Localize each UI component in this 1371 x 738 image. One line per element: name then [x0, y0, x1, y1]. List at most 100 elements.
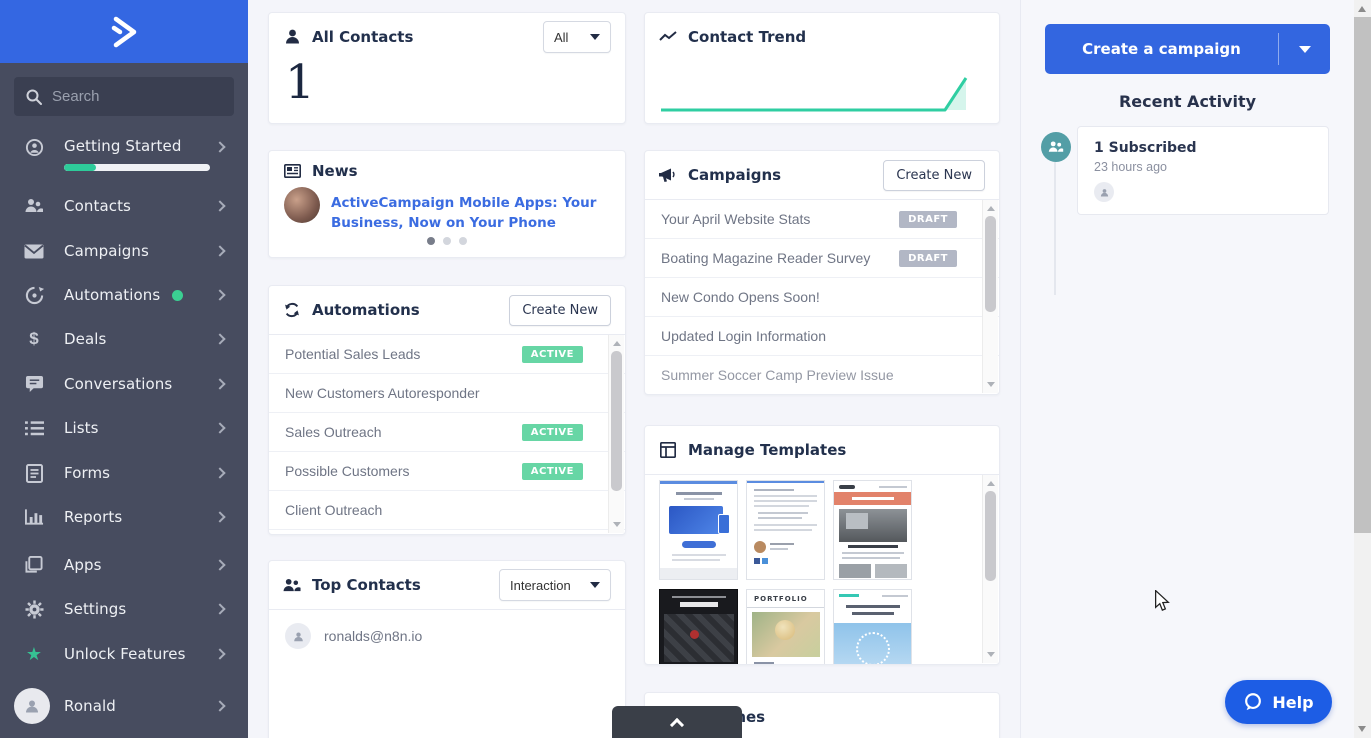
help-button[interactable]: Help — [1225, 680, 1332, 724]
scroll-up-arrow[interactable] — [987, 481, 995, 486]
megaphone-icon — [659, 166, 677, 184]
document-icon — [24, 463, 44, 483]
caret-down-icon — [1299, 46, 1311, 53]
automations-icon — [24, 285, 44, 305]
contact-row[interactable]: ronalds@n8n.io — [269, 610, 625, 662]
chevron-right-icon — [214, 422, 225, 433]
carousel-dot[interactable] — [427, 237, 435, 245]
template-thumbnail-5[interactable]: PORTFOLIO — [746, 589, 825, 665]
chevron-up-icon — [670, 718, 684, 732]
scroll-down-arrow[interactable] — [987, 382, 995, 387]
sidebar-item-label: Automations — [64, 286, 160, 304]
sidebar-item-label: Unlock Features — [64, 645, 186, 663]
sidebar-item-conversations[interactable]: Conversations — [0, 362, 248, 406]
create-campaign-label: Create a campaign — [1045, 24, 1278, 74]
template-thumbnail-4[interactable] — [659, 589, 738, 665]
automations-scrollbar[interactable] — [608, 335, 624, 533]
create-campaign-button[interactable]: Create a campaign — [1045, 24, 1330, 74]
campaigns-card: Campaigns Create New Your April Website … — [644, 150, 1000, 395]
sidebar-item-apps[interactable]: Apps — [0, 543, 248, 587]
campaign-row[interactable]: Boating Magazine Reader Survey DRAFT — [645, 239, 999, 278]
top-contacts-filter-select[interactable]: Interaction — [499, 569, 611, 601]
chevron-right-icon — [214, 559, 225, 570]
top-contacts-list: ronalds@n8n.io — [269, 609, 625, 662]
carousel-dot[interactable] — [459, 237, 467, 245]
status-badge: ACTIVE — [522, 463, 583, 480]
automation-name: Sales Outreach — [285, 424, 522, 440]
template-thumbnail-2[interactable] — [746, 480, 825, 580]
sync-icon — [283, 301, 301, 319]
sidebar-item-contacts[interactable]: Contacts — [0, 184, 248, 228]
chevron-right-icon — [214, 333, 225, 344]
templates-scrollbar[interactable] — [982, 475, 998, 663]
create-automation-button[interactable]: Create New — [509, 295, 611, 326]
scroll-up-arrow[interactable] — [613, 341, 621, 346]
template-thumbnail-3[interactable] — [833, 480, 912, 580]
campaigns-list: Your April Website Stats DRAFT Boating M… — [645, 199, 999, 395]
sidebar-item-forms[interactable]: Forms — [0, 451, 248, 495]
chevron-right-icon — [214, 700, 225, 711]
right-panel: Create a campaign Recent Activity 1 Subs… — [1020, 0, 1354, 738]
scrollbar-thumb[interactable] — [1354, 17, 1371, 533]
contacts-icon — [24, 196, 44, 216]
status-badge: DRAFT — [899, 211, 957, 228]
create-campaign-dropdown[interactable] — [1279, 24, 1330, 74]
sidebar-item-campaigns[interactable]: Campaigns — [0, 229, 248, 273]
dollar-icon: $ — [24, 329, 44, 349]
manage-templates-card: Manage Templates — [644, 425, 1000, 665]
campaigns-scrollbar[interactable] — [982, 200, 998, 393]
scroll-down-arrow[interactable] — [613, 522, 621, 527]
template-thumbnail-6[interactable] — [833, 589, 912, 665]
scroll-up-arrow[interactable] — [1358, 6, 1366, 12]
sidebar-item-automations[interactable]: Automations — [0, 273, 248, 317]
logo-bar[interactable] — [0, 0, 248, 63]
card-title: Automations — [312, 301, 420, 319]
sidebar-item-label: Apps — [64, 556, 102, 574]
sidebar-item-getting-started[interactable]: Getting Started — [0, 129, 248, 187]
getting-started-progress — [64, 164, 210, 171]
carousel-dot[interactable] — [443, 237, 451, 245]
sidebar-item-label: Getting Started — [64, 137, 181, 155]
scrollbar-thumb[interactable] — [611, 351, 622, 491]
automation-row[interactable]: New Customers Autoresponder — [269, 374, 625, 413]
scroll-down-arrow[interactable] — [987, 652, 995, 657]
campaign-row[interactable]: Your April Website Stats DRAFT — [645, 200, 999, 239]
page-scrollbar[interactable] — [1354, 0, 1371, 738]
sidebar-item-settings[interactable]: Settings — [0, 587, 248, 631]
sidebar-item-unlock-features[interactable]: ★ Unlock Features — [0, 632, 248, 676]
sidebar-item-lists[interactable]: Lists — [0, 406, 248, 450]
sidebar-item-user[interactable]: Ronald — [0, 684, 248, 728]
dashboard-screen: Getting Started Contacts Campaigns Au — [0, 0, 1371, 738]
scroll-up-arrow[interactable] — [987, 206, 995, 211]
user-avatar — [14, 688, 50, 724]
create-campaign-small-button[interactable]: Create New — [883, 160, 985, 191]
automation-row[interactable]: Client Outreach — [269, 491, 625, 530]
caret-down-icon — [590, 582, 600, 588]
scrollbar-thumb[interactable] — [985, 216, 996, 312]
contacts-filter-value: All — [554, 30, 568, 45]
contacts-filter-select[interactable]: All — [543, 21, 611, 53]
activity-card[interactable]: 1 Subscribed 23 hours ago — [1077, 126, 1329, 215]
sidebar-item-label: Lists — [64, 419, 99, 437]
news-card: News ActiveCampaign Mobile Apps: Your Bu… — [268, 150, 626, 258]
chevron-right-icon — [214, 378, 225, 389]
sidebar-item-reports[interactable]: Reports — [0, 495, 248, 539]
sidebar-item-deals[interactable]: $ Deals — [0, 317, 248, 361]
template-thumbnail-1[interactable] — [659, 480, 738, 580]
automation-row[interactable]: Possible Customers ACTIVE — [269, 452, 625, 491]
scroll-down-arrow[interactable] — [1358, 726, 1366, 732]
sidebar-item-label: Forms — [64, 464, 110, 482]
search-input[interactable] — [52, 88, 212, 105]
search-box[interactable] — [14, 77, 234, 116]
expand-panel-tab[interactable] — [612, 706, 742, 738]
scrollbar-thumb[interactable] — [985, 491, 996, 581]
campaign-row[interactable]: Updated Login Information — [645, 317, 999, 356]
automation-row[interactable]: Potential Sales Leads ACTIVE — [269, 335, 625, 374]
activecampaign-logo-icon — [104, 16, 144, 48]
news-headline-link[interactable]: ActiveCampaign Mobile Apps: Your Busines… — [331, 194, 621, 233]
campaign-name: Your April Website Stats — [661, 211, 899, 227]
campaign-row[interactable]: Summer Soccer Camp Preview Issue — [645, 356, 999, 395]
campaign-row[interactable]: New Condo Opens Soon! — [645, 278, 999, 317]
card-title: Campaigns — [688, 166, 781, 184]
automation-row[interactable]: Sales Outreach ACTIVE — [269, 413, 625, 452]
